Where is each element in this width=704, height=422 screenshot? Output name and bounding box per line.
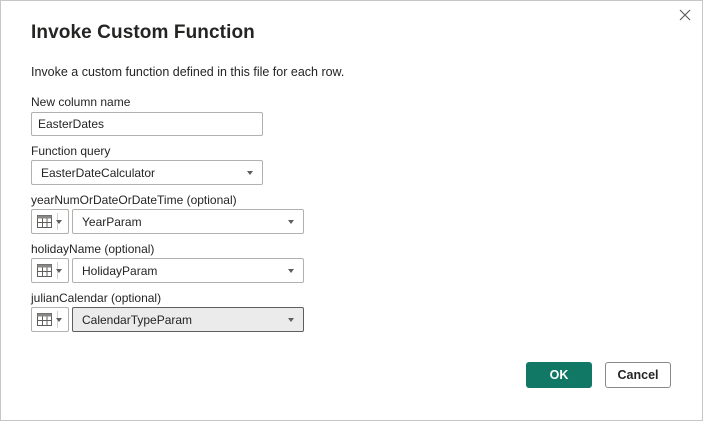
param-julian-type-button[interactable] xyxy=(31,307,69,332)
ok-button[interactable]: OK xyxy=(526,362,592,388)
function-query-value: EasterDateCalculator xyxy=(41,165,156,180)
close-button[interactable] xyxy=(676,6,694,24)
param-holiday-type-button[interactable] xyxy=(31,258,69,283)
param-year-dropdown[interactable]: YearParam xyxy=(72,209,304,234)
invoke-custom-function-dialog: Invoke Custom Function Invoke a custom f… xyxy=(0,0,703,421)
dialog-title: Invoke Custom Function xyxy=(31,22,255,43)
param-year-value: YearParam xyxy=(82,214,142,229)
param-julian-value: CalendarTypeParam xyxy=(82,312,193,327)
chevron-down-icon xyxy=(288,269,294,273)
table-icon xyxy=(37,313,52,326)
param-julian-dropdown[interactable]: CalendarTypeParam xyxy=(72,307,304,332)
close-icon xyxy=(679,9,691,21)
function-query-label: Function query xyxy=(31,144,111,158)
chevron-down-icon xyxy=(56,220,62,224)
chevron-down-icon xyxy=(247,171,253,175)
param-julian-label: julianCalendar (optional) xyxy=(31,291,162,305)
chevron-down-icon xyxy=(56,318,62,322)
function-query-dropdown[interactable]: EasterDateCalculator xyxy=(31,160,263,185)
table-icon xyxy=(37,264,52,277)
param-year-label: yearNumOrDateOrDateTime (optional) xyxy=(31,193,237,207)
dialog-subtitle: Invoke a custom function defined in this… xyxy=(31,65,345,79)
new-column-name-value: EasterDates xyxy=(38,117,105,131)
chevron-down-icon xyxy=(56,269,62,273)
param-holiday-dropdown[interactable]: HolidayParam xyxy=(72,258,304,283)
cancel-button[interactable]: Cancel xyxy=(605,362,671,388)
param-year-type-button[interactable] xyxy=(31,209,69,234)
param-holiday-value: HolidayParam xyxy=(82,263,158,278)
new-column-name-label: New column name xyxy=(31,95,131,109)
table-icon xyxy=(37,215,52,228)
chevron-down-icon xyxy=(288,220,294,224)
new-column-name-input[interactable]: EasterDates xyxy=(31,112,263,136)
chevron-down-icon xyxy=(288,318,294,322)
param-holiday-label: holidayName (optional) xyxy=(31,242,155,256)
